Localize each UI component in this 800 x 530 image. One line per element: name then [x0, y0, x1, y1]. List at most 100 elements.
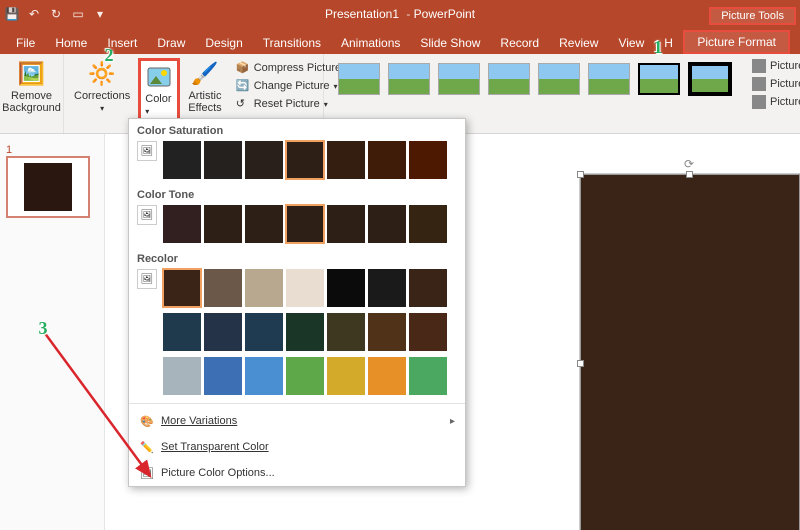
remove-background-icon: 🖼️ — [18, 60, 46, 88]
set-transparent-color-item[interactable]: ✏️ Set Transparent Color — [129, 434, 465, 460]
frame-style-thumb[interactable] — [688, 62, 732, 96]
callout-1: 1 — [645, 34, 671, 60]
artistic-effects-button[interactable]: 🖌️ Artistic Effects — [184, 58, 225, 122]
recolor-grid: 🖼 — [129, 269, 465, 399]
recolor-swatch[interactable] — [163, 269, 201, 307]
tab-draw[interactable]: Draw — [147, 32, 195, 54]
saturation-swatch[interactable] — [368, 141, 406, 179]
more-variations-item[interactable]: 🎨 More Variations ▸ — [129, 408, 465, 434]
frame-style-thumb[interactable] — [588, 63, 630, 95]
frame-style-thumb[interactable] — [538, 63, 580, 95]
saturation-heading: Color Saturation — [129, 119, 465, 141]
document-title: Presentation1 - PowerPoint — [325, 7, 475, 21]
color-label: Color — [145, 93, 171, 105]
frame-style-thumb[interactable] — [388, 63, 430, 95]
tone-swatch[interactable] — [327, 205, 365, 243]
picture-color-options-item[interactable]: 🖼 Picture Color Options... — [129, 460, 465, 486]
saturation-swatch[interactable] — [163, 141, 201, 179]
tone-grid: 🖼 — [129, 205, 465, 247]
recolor-swatch[interactable] — [245, 357, 283, 395]
tab-file[interactable]: File — [6, 32, 45, 54]
artistic-effects-icon: 🖌️ — [191, 60, 219, 88]
tone-swatch-selected[interactable] — [286, 205, 324, 243]
change-picture-icon: 🔄 — [236, 79, 250, 93]
recolor-swatch[interactable] — [286, 313, 324, 351]
recolor-swatch[interactable] — [245, 313, 283, 351]
slide-thumbnail[interactable] — [6, 156, 90, 218]
qat-more-icon[interactable]: ▾ — [92, 6, 108, 22]
remove-bg-label: Remove Background — [2, 90, 61, 114]
tone-swatch[interactable] — [409, 205, 447, 243]
titlebar: 💾 ↶ ↻ ▭ ▾ Presentation1 - PowerPoint Pic… — [0, 0, 800, 28]
recolor-swatch[interactable] — [327, 313, 365, 351]
reset-tone-icon[interactable]: 🖼 — [137, 205, 157, 225]
recolor-swatch[interactable] — [286, 357, 324, 395]
recolor-swatch[interactable] — [368, 269, 406, 307]
tab-review[interactable]: Review — [549, 32, 608, 54]
saturation-swatch[interactable] — [204, 141, 242, 179]
saturation-swatch[interactable] — [245, 141, 283, 179]
recolor-swatch[interactable] — [327, 357, 365, 395]
color-button[interactable]: Color ▾ — [138, 58, 180, 122]
app-name: PowerPoint — [414, 7, 475, 21]
tone-swatch[interactable] — [368, 205, 406, 243]
doc-name: Presentation1 — [325, 7, 399, 21]
saturation-swatch-selected[interactable] — [286, 141, 324, 179]
tone-swatch[interactable] — [163, 205, 201, 243]
saturation-grid: 🖼 — [129, 141, 465, 183]
tab-animations[interactable]: Animations — [331, 32, 410, 54]
effects-icon — [752, 77, 766, 91]
save-icon[interactable]: 💾 — [4, 6, 20, 22]
reset-recolor-icon[interactable]: 🖼 — [137, 269, 157, 289]
recolor-swatch[interactable] — [409, 357, 447, 395]
reset-picture-icon: ↺ — [236, 97, 250, 111]
start-from-beginning-icon[interactable]: ▭ — [70, 6, 86, 22]
remove-background-button[interactable]: 🖼️ Remove Background — [0, 58, 65, 116]
submenu-arrow-icon: ▸ — [450, 416, 455, 427]
tab-design[interactable]: Design — [195, 32, 252, 54]
callout-3: 3 — [30, 315, 56, 341]
picture-styles-gallery[interactable] — [330, 58, 740, 100]
tab-record[interactable]: Record — [490, 32, 549, 54]
undo-icon[interactable]: ↶ — [26, 6, 42, 22]
corrections-button[interactable]: 🔆 Corrections▾ — [70, 58, 134, 122]
selected-picture[interactable]: ⟳ — [580, 174, 800, 530]
recolor-swatch[interactable] — [204, 313, 242, 351]
recolor-swatch[interactable] — [245, 269, 283, 307]
frame-style-thumb[interactable] — [338, 63, 380, 95]
recolor-swatch[interactable] — [409, 269, 447, 307]
rotation-handle-icon[interactable]: ⟳ — [684, 157, 696, 169]
recolor-swatch[interactable] — [204, 357, 242, 395]
tone-swatch[interactable] — [204, 205, 242, 243]
redo-icon[interactable]: ↻ — [48, 6, 64, 22]
tone-heading: Color Tone — [129, 183, 465, 205]
resize-handle[interactable] — [577, 360, 584, 367]
recolor-swatch[interactable] — [409, 313, 447, 351]
quick-access-toolbar: 💾 ↶ ↻ ▭ ▾ — [4, 6, 108, 22]
picture-effects-button[interactable]: Picture Eff — [750, 76, 800, 92]
tone-swatch[interactable] — [245, 205, 283, 243]
group-remove-background: 🖼️ Remove Background — [0, 54, 64, 133]
saturation-swatch[interactable] — [409, 141, 447, 179]
tab-picture-format[interactable]: Picture Format — [683, 30, 790, 54]
reset-saturation-icon[interactable]: 🖼 — [137, 141, 157, 161]
recolor-swatch[interactable] — [286, 269, 324, 307]
picture-border-button[interactable]: Picture Bo — [750, 58, 800, 74]
picture-layout-button[interactable]: Picture Lay — [750, 94, 800, 110]
resize-handle[interactable] — [577, 171, 584, 178]
tab-transitions[interactable]: Transitions — [253, 32, 331, 54]
picture-style-options: Picture Bo Picture Eff Picture Lay — [746, 54, 800, 133]
frame-style-thumb[interactable] — [488, 63, 530, 95]
recolor-swatch[interactable] — [368, 357, 406, 395]
contextual-tab-label: Picture Tools — [709, 7, 796, 25]
recolor-swatch[interactable] — [204, 269, 242, 307]
saturation-swatch[interactable] — [327, 141, 365, 179]
frame-style-thumb[interactable] — [638, 63, 680, 95]
tab-home[interactable]: Home — [45, 32, 97, 54]
tab-slideshow[interactable]: Slide Show — [410, 32, 490, 54]
resize-handle[interactable] — [686, 171, 693, 178]
annotation-arrow-icon — [40, 328, 170, 488]
frame-style-thumb[interactable] — [438, 63, 480, 95]
recolor-swatch[interactable] — [368, 313, 406, 351]
recolor-swatch[interactable] — [327, 269, 365, 307]
